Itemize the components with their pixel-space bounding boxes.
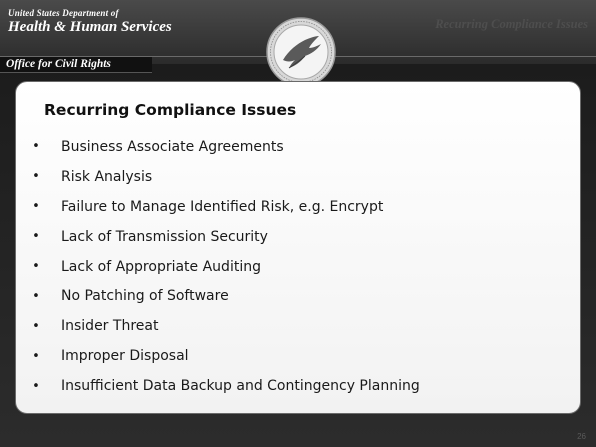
list-item-text: Insufficient Data Backup and Contingency… [61,378,420,395]
bullet-icon: • [32,169,40,185]
header-slide-title: Recurring Compliance Issues [435,17,588,31]
bullet-icon: • [32,348,40,364]
list-item-text: Risk Analysis [61,168,153,185]
list-item: • Lack of Transmission Security [28,222,420,252]
bullet-icon: • [32,139,40,155]
list-item-text: Business Associate Agreements [61,138,284,155]
list-item-text: No Patching of Software [61,288,229,305]
list-item: • Business Associate Agreements [28,132,420,162]
office-label: Office for Civil Rights [0,57,152,73]
bullet-icon: • [32,378,40,394]
list-item-text: Improper Disposal [61,348,189,365]
bullet-icon: • [32,259,40,274]
hhs-seal-icon [266,17,336,87]
list-item-text: Insider Threat [61,318,159,335]
list-item-text: Failure to Manage Identified Risk, e.g. … [61,198,384,215]
list-item: • Improper Disposal [28,341,420,371]
agency-line-1: United States Department of [8,8,119,18]
page-number: 26 [577,432,586,441]
bullet-icon: • [32,288,40,304]
content-panel: Recurring Compliance Issues • Business As… [15,81,581,414]
list-item-text: Lack of Appropriate Auditing [61,258,261,275]
bullet-icon: • [32,318,40,334]
list-item: • Insufficient Data Backup and Contingenc… [28,371,420,401]
list-item: • Lack of Appropriate Auditing [28,252,420,282]
list-item-text: Lack of Transmission Security [61,228,268,245]
slide: United States Department of Health & Hum… [0,0,596,447]
list-item: • Insider Threat [28,311,420,341]
list-item: • No Patching of Software [28,281,420,311]
list-item: • Failure to Manage Identified Risk, e.g.… [28,192,420,222]
list-item: • Risk Analysis [28,162,420,192]
agency-line-2: Health & Human Services [8,19,172,35]
content-title: Recurring Compliance Issues [44,101,297,119]
bullet-icon: • [32,199,40,215]
bullet-list: • Business Associate Agreements • Risk Ana… [28,132,420,401]
bullet-icon: • [32,229,40,245]
